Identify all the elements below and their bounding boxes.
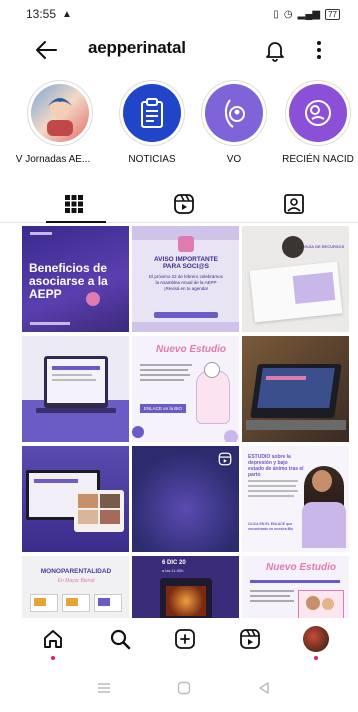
active-tab-indicator	[46, 221, 106, 223]
system-nav-bar	[0, 666, 358, 712]
vibrate-icon: ▯	[273, 8, 279, 20]
post-button: ENLACE en la BIO	[140, 404, 187, 413]
post-body: El próximo 22 de febrero celebramos la A…	[149, 274, 223, 291]
bell-icon	[266, 42, 284, 62]
home-system-button[interactable]	[172, 678, 196, 698]
pregnancy-icon	[205, 84, 263, 142]
clipboard-icon	[123, 84, 181, 142]
post-heading: Nuevo Estudio	[266, 562, 337, 573]
nav-home[interactable]	[40, 626, 66, 652]
tagged-icon	[284, 194, 304, 214]
highlight-noticias[interactable]: NOTICIAS	[114, 80, 190, 165]
reel-indicator-icon	[218, 452, 232, 466]
arrow-left-icon	[36, 41, 57, 59]
post-caption: Beneficios de asociarse a la AEPP	[29, 261, 108, 301]
highlight-label: VO	[226, 154, 242, 165]
post-subheading: a las 11:00h	[162, 568, 184, 573]
nav-create[interactable]	[172, 626, 198, 652]
post-heading: AVISO IMPORTANTE PARA SOCI@S	[153, 256, 219, 270]
story-highlights: V Jornadas AE... NOTICIAS VO RECIÉN NACI…	[0, 80, 358, 172]
highlight-cover	[31, 84, 89, 142]
highlight-recien-nacido[interactable]: RECIÉN NACID	[280, 80, 356, 165]
home-icon	[44, 630, 62, 648]
baby-icon	[289, 84, 347, 142]
more-vertical-icon	[317, 41, 321, 59]
post-tile[interactable]: ESTUDIO sobre la depresión y bajo estado…	[242, 446, 349, 552]
profile-tabs	[0, 185, 358, 223]
post-heading: ESTUDIO sobre la depresión y bajo estado…	[248, 454, 304, 478]
highlight-jornadas[interactable]: V Jornadas AE...	[16, 80, 98, 165]
notifications-button[interactable]	[264, 38, 286, 62]
search-icon	[110, 629, 131, 650]
nav-reels[interactable]	[237, 626, 263, 652]
post-heading: MONOPARENTALIDAD	[40, 568, 112, 575]
post-tile[interactable]	[132, 446, 239, 552]
post-tile[interactable]: Beneficios de asociarse a la AEPP	[22, 226, 129, 332]
bottom-nav	[0, 618, 358, 662]
post-tile[interactable]: AVISO IMPORTANTE PARA SOCI@S El próximo …	[132, 226, 239, 332]
signal-icon: ▂▄▆	[297, 8, 321, 20]
nav-search[interactable]	[107, 626, 133, 652]
post-heading: Nuevo Estudio	[156, 344, 227, 355]
post-tile[interactable]	[22, 336, 129, 442]
highlight-label: RECIÉN NACID	[282, 154, 354, 165]
post-footer: CLICA EN EL ENLACE que encontrarás en nu…	[248, 522, 294, 531]
grid-icon	[65, 195, 83, 213]
page-title: aepperinatal	[88, 38, 186, 57]
home-activity-dot	[51, 656, 55, 660]
post-tile[interactable]	[242, 336, 349, 442]
plus-square-icon	[175, 629, 195, 649]
status-bar: 13:55 ▲ ▯ ◷ ▂▄▆ 77	[0, 0, 358, 28]
post-heading: 6 DIC 20	[162, 560, 186, 566]
tab-reels[interactable]	[129, 185, 239, 223]
nav-profile-avatar[interactable]	[303, 626, 329, 652]
cloud-icon: ▲	[62, 8, 72, 20]
square-icon	[177, 681, 191, 695]
menu-lines-icon	[98, 683, 110, 693]
back-system-button[interactable]	[252, 678, 276, 698]
status-time: 13:55	[26, 7, 57, 21]
post-tile[interactable]	[22, 446, 129, 552]
reels-icon	[240, 629, 260, 649]
more-options-button[interactable]	[311, 39, 327, 61]
post-tile[interactable]: Nuevo Estudio ENLACE en la BIO	[132, 336, 239, 442]
battery-icon: 77	[325, 8, 340, 20]
tab-tagged[interactable]	[239, 185, 349, 223]
highlight-label: NOTICIAS	[128, 154, 176, 165]
posts-grid: Beneficios de asociarse a la AEPP AVISO …	[22, 226, 350, 644]
reels-icon	[174, 194, 194, 214]
post-tile[interactable]: GUÍA DE RECURSOS	[242, 226, 349, 332]
post-subheading: En Mayor Bienal	[57, 578, 95, 584]
alarm-icon: ◷	[283, 8, 293, 20]
highlight-label: V Jornadas AE...	[15, 154, 91, 165]
recent-apps-button[interactable]	[92, 678, 116, 698]
back-button[interactable]	[34, 38, 60, 62]
profile-header: aepperinatal	[0, 30, 358, 70]
tab-grid[interactable]	[19, 185, 129, 223]
profile-activity-dot	[314, 656, 318, 660]
triangle-back-icon	[259, 682, 269, 694]
post-label: GUÍA DE RECURSOS	[304, 244, 345, 249]
highlight-vo[interactable]: VO	[196, 80, 272, 165]
